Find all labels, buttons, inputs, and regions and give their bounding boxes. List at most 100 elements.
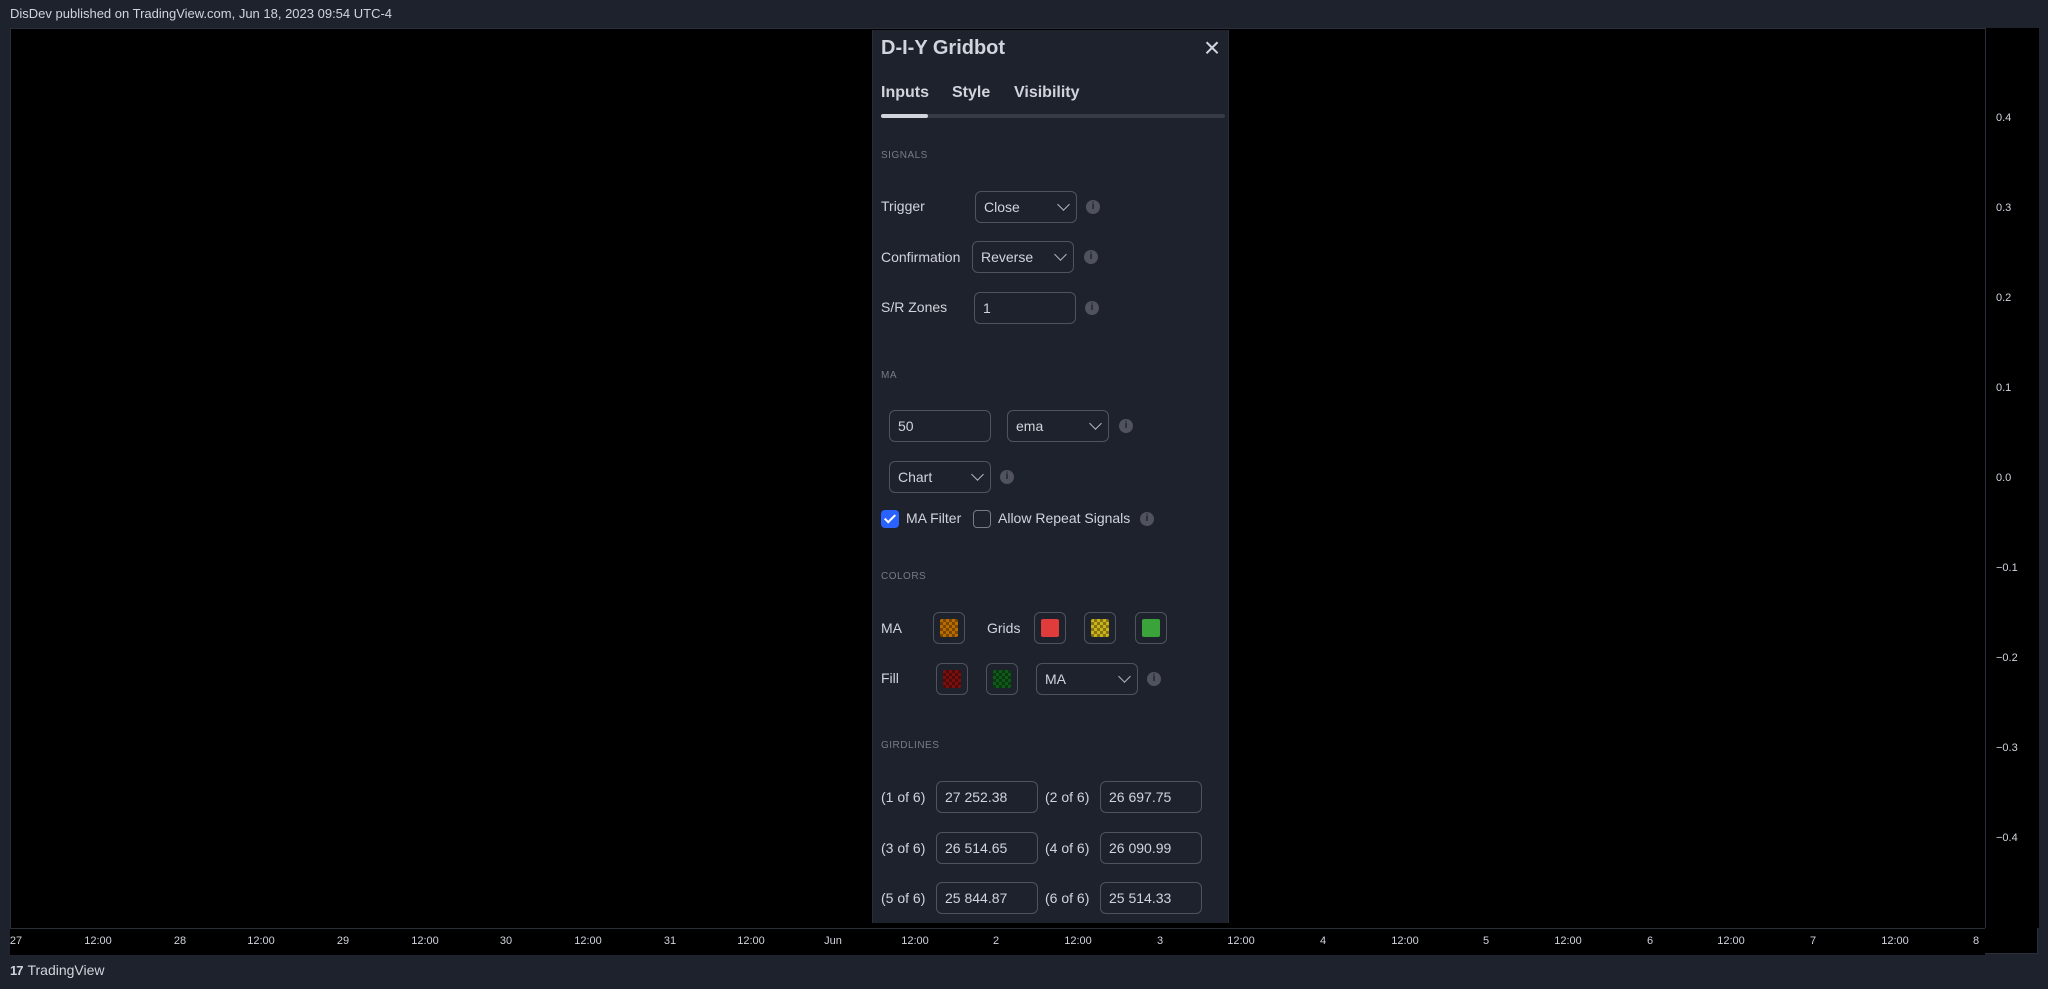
chevron-down-icon	[971, 468, 984, 481]
gridline-1-input[interactable]: 27 252.38	[936, 781, 1038, 813]
gridline-label: (1 of 6)	[881, 789, 926, 805]
gridline-2-input[interactable]: 26 697.75	[1100, 781, 1202, 813]
time-tick: 31	[663, 935, 677, 947]
time-tick: 30	[499, 935, 513, 947]
gridline-value: 27 252.38	[945, 789, 1008, 805]
allow-repeat-checkbox[interactable]	[973, 510, 991, 528]
price-tick: −0.1	[1996, 562, 2018, 574]
tab-bar: Inputs Style Visibility	[881, 84, 1225, 150]
price-tick: −0.3	[1996, 742, 2018, 754]
ma-type-select[interactable]: ema	[1007, 410, 1109, 442]
chevron-down-icon	[1089, 417, 1102, 430]
grid-color-swatch-3[interactable]	[1135, 612, 1167, 644]
grid-color-fill	[1091, 619, 1109, 637]
time-axis[interactable]: 27 12:00 28 12:00 29 12:00 30 12:00 31 1…	[10, 928, 1985, 955]
time-tick: 7	[1809, 935, 1817, 947]
time-tick: 12:00	[1064, 935, 1092, 947]
info-icon[interactable]: i	[1000, 470, 1014, 484]
time-tick: 4	[1319, 935, 1327, 947]
price-axis[interactable]: 0.4 0.3 0.2 0.1 0.0 −0.1 −0.2 −0.3 −0.4	[1985, 28, 2039, 928]
info-icon[interactable]: i	[1147, 672, 1161, 686]
price-tick: 0.2	[1996, 292, 2012, 304]
footer-branding[interactable]: 17 TradingView	[10, 962, 105, 978]
tab-inputs[interactable]: Inputs	[881, 84, 929, 102]
info-icon[interactable]: i	[1086, 200, 1100, 214]
trigger-select[interactable]: Close	[975, 191, 1077, 223]
ma-type-value: ema	[1016, 418, 1044, 434]
grid-color-swatch-1[interactable]	[1034, 612, 1066, 644]
price-tick: −0.2	[1996, 652, 2018, 664]
gridline-label: (5 of 6)	[881, 890, 926, 906]
publish-info: DisDev published on TradingView.com, Jun…	[10, 6, 393, 21]
time-tick: 12:00	[84, 935, 112, 947]
gridline-value: 25 514.33	[1109, 890, 1172, 906]
fill-mode-select[interactable]: MA	[1036, 663, 1138, 695]
section-ma: MA	[881, 370, 897, 381]
gridline-5-input[interactable]: 25 844.87	[936, 882, 1038, 914]
time-tick: 2	[992, 935, 1000, 947]
confirmation-select[interactable]: Reverse	[972, 241, 1074, 273]
time-tick: 5	[1482, 935, 1490, 947]
price-tick: −0.4	[1996, 832, 2018, 844]
time-tick: 12:00	[901, 935, 929, 947]
gridline-value: 26 514.65	[945, 840, 1008, 856]
gridline-value: 25 844.87	[945, 890, 1008, 906]
time-tick: 29	[336, 935, 350, 947]
info-icon[interactable]: i	[1085, 301, 1099, 315]
price-tick: 0.0	[1996, 472, 2012, 484]
time-tick: 12:00	[1391, 935, 1419, 947]
ma-source-select[interactable]: Chart	[889, 461, 991, 493]
sr-zones-input[interactable]: 1	[974, 292, 1076, 324]
grid-color-fill	[1041, 619, 1059, 637]
indicator-settings-dialog: D-I-Y Gridbot × Inputs Style Visibility …	[872, 30, 1229, 923]
section-gridlines: GIRDLINES	[881, 740, 940, 751]
info-icon[interactable]: i	[1140, 512, 1154, 526]
trigger-value: Close	[984, 199, 1020, 215]
time-tick: 12:00	[1881, 935, 1909, 947]
brand-name: TradingView	[27, 962, 105, 978]
price-tick: 0.1	[1996, 382, 2012, 394]
allow-repeat-label: Allow Repeat Signals	[998, 510, 1131, 526]
confirmation-value: Reverse	[981, 249, 1034, 265]
time-tick: 28	[173, 935, 187, 947]
gridline-value: 26 090.99	[1109, 840, 1172, 856]
section-signals: SIGNALS	[881, 150, 928, 161]
fill-color-fill	[943, 670, 961, 688]
dialog-title: D-I-Y Gridbot	[881, 37, 1006, 59]
time-tick: 12:00	[737, 935, 765, 947]
ma-length-value: 50	[898, 418, 914, 434]
fill-color-label: Fill	[881, 670, 899, 686]
gridline-label: (3 of 6)	[881, 840, 926, 856]
ma-color-label: MA	[881, 620, 902, 636]
ma-color-fill	[940, 619, 958, 637]
grid-color-fill	[1142, 619, 1160, 637]
tab-style[interactable]: Style	[952, 84, 990, 102]
grid-color-swatch-2[interactable]	[1084, 612, 1116, 644]
info-icon[interactable]: i	[1084, 250, 1098, 264]
time-tick: 12:00	[1717, 935, 1745, 947]
gridline-4-input[interactable]: 26 090.99	[1100, 832, 1202, 864]
tab-active-indicator	[881, 114, 928, 118]
gridline-6-input[interactable]: 25 514.33	[1100, 882, 1202, 914]
chevron-down-icon	[1118, 670, 1131, 683]
info-icon[interactable]: i	[1119, 419, 1133, 433]
tab-track	[881, 114, 1225, 118]
time-tick: 27	[9, 935, 23, 947]
ma-length-input[interactable]: 50	[889, 410, 991, 442]
grids-color-label: Grids	[987, 620, 1021, 636]
time-tick: 3	[1156, 935, 1164, 947]
ma-filter-checkbox[interactable]	[881, 510, 899, 528]
tradingview-logo-icon: 17	[10, 962, 24, 978]
fill-color-swatch-2[interactable]	[986, 663, 1018, 695]
ma-filter-label: MA Filter	[906, 510, 962, 526]
gridline-label: (2 of 6)	[1045, 789, 1090, 805]
ma-color-swatch[interactable]	[933, 612, 965, 644]
gridline-label: (4 of 6)	[1045, 840, 1090, 856]
section-colors: COLORS	[881, 571, 927, 582]
close-icon[interactable]: ×	[1199, 34, 1225, 62]
fill-color-swatch-1[interactable]	[936, 663, 968, 695]
tab-visibility[interactable]: Visibility	[1014, 84, 1080, 102]
confirmation-label: Confirmation	[881, 249, 961, 265]
gridline-3-input[interactable]: 26 514.65	[936, 832, 1038, 864]
price-tick: 0.3	[1996, 202, 2012, 214]
